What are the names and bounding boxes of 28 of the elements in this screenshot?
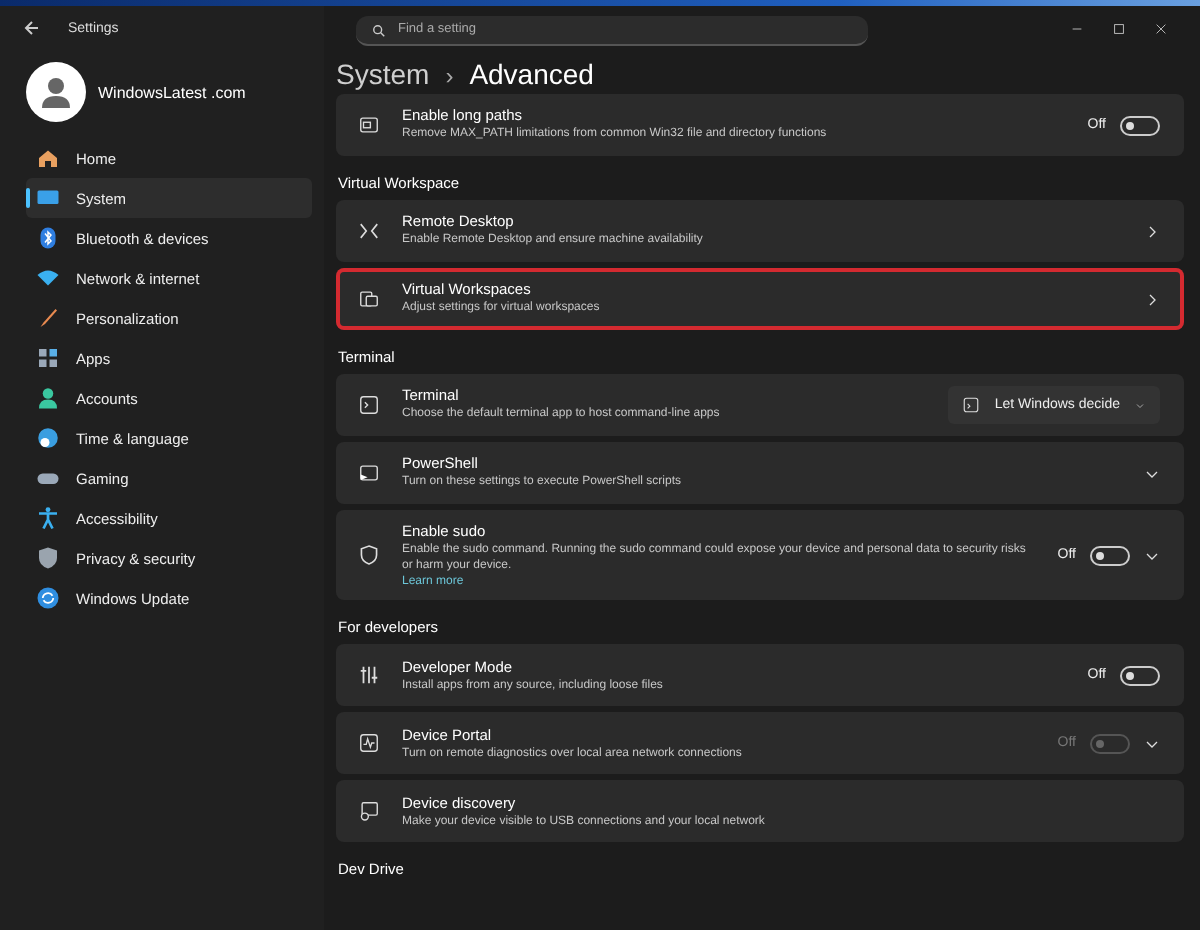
- page-title: Advanced: [469, 58, 594, 90]
- search-icon: [372, 23, 386, 37]
- accessibility-icon: [36, 506, 60, 530]
- bluetooth-icon: [36, 226, 60, 250]
- person-icon: [36, 386, 60, 410]
- close-icon[interactable]: [1154, 21, 1168, 35]
- avatar-icon: [26, 62, 86, 122]
- arrows-icon: [358, 220, 380, 242]
- account-name: WindowsLatest .com: [98, 83, 246, 101]
- pulse-monitor-icon: [358, 732, 380, 755]
- back-icon[interactable]: [24, 20, 40, 36]
- windows-stack-icon: [358, 288, 380, 310]
- breadcrumb-separator: ›: [445, 62, 454, 90]
- monitor-icon: [36, 186, 60, 210]
- shield-icon: [36, 546, 60, 570]
- breadcrumb-link[interactable]: System: [336, 58, 430, 90]
- maximize-icon[interactable]: [1112, 21, 1126, 35]
- sync-icon: [36, 586, 60, 610]
- chevron-right-icon: [1144, 223, 1160, 239]
- brush-icon: [36, 306, 60, 330]
- shield-icon: [358, 544, 380, 567]
- chevron-right-icon: [1144, 291, 1160, 307]
- caret-icon: [1134, 399, 1146, 411]
- home-icon: [36, 146, 60, 170]
- wifi-icon: [36, 266, 60, 290]
- apps-icon: [36, 346, 60, 370]
- terminal-window-icon: [962, 396, 981, 414]
- terminal-icon: [358, 394, 380, 416]
